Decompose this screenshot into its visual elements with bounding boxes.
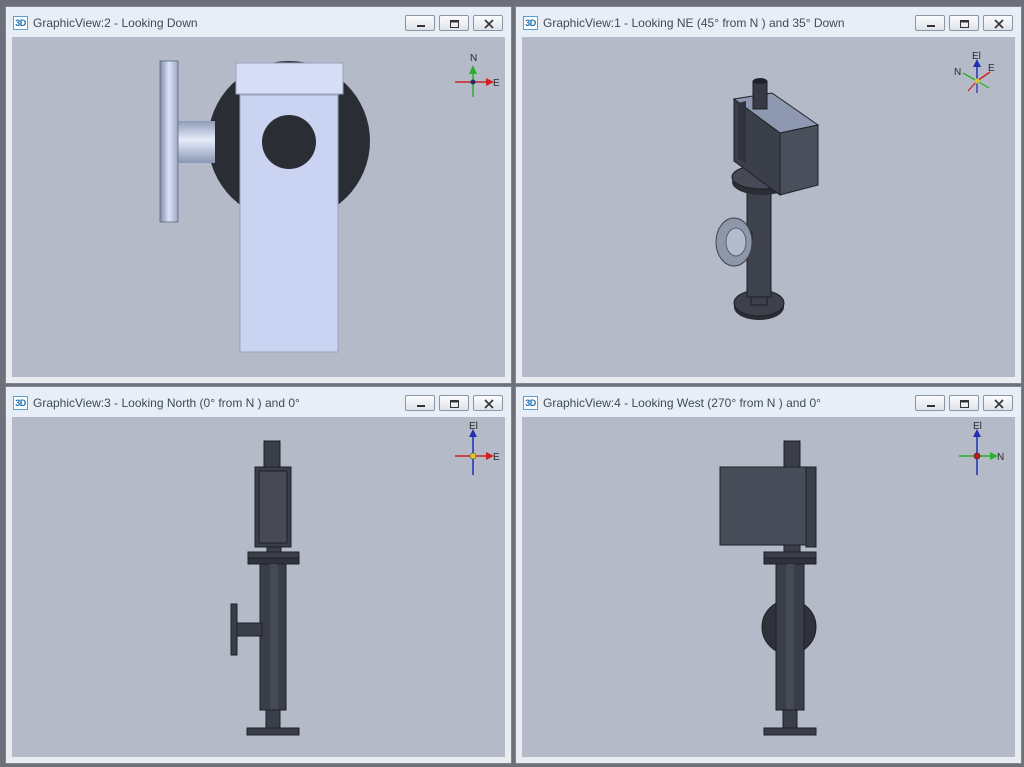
restore-button[interactable] bbox=[439, 395, 469, 411]
restore-button[interactable] bbox=[439, 15, 469, 31]
3d-view-icon: 3D bbox=[13, 16, 28, 30]
restore-icon bbox=[960, 400, 969, 408]
graphic-viewport[interactable]: El N E bbox=[522, 37, 1015, 377]
minimize-icon bbox=[927, 405, 935, 407]
minimize-button[interactable] bbox=[915, 395, 945, 411]
close-button[interactable] bbox=[473, 395, 503, 411]
restore-icon bbox=[960, 20, 969, 28]
minimize-icon bbox=[417, 405, 425, 407]
axis-triad: El N E bbox=[954, 51, 995, 93]
triad-label-left: N bbox=[954, 67, 961, 78]
triad-label-right: E bbox=[493, 78, 500, 89]
graphicview-1-window[interactable]: 3D GraphicView:1 - Looking NE (45° from … bbox=[515, 6, 1022, 384]
axis-triad: El N bbox=[959, 421, 1004, 475]
triad-label-up: El bbox=[469, 421, 478, 432]
minimize-icon bbox=[927, 25, 935, 27]
graphicview-2-window[interactable]: 3D GraphicView:2 - Looking Down N E bbox=[5, 6, 512, 384]
window-title: GraphicView:4 - Looking West (270° from … bbox=[543, 396, 821, 410]
3d-view-icon: 3D bbox=[523, 16, 538, 30]
window-title: GraphicView:2 - Looking Down bbox=[33, 16, 198, 30]
title-bar[interactable]: 3D GraphicView:2 - Looking Down bbox=[6, 7, 511, 37]
model-render-west-view: El N bbox=[719, 421, 1004, 736]
axis-triad: N E bbox=[455, 53, 500, 97]
triad-label-right: E bbox=[988, 63, 995, 74]
triad-label-up: N bbox=[470, 53, 477, 64]
window-title: GraphicView:1 - Looking NE (45° from N )… bbox=[543, 16, 845, 30]
restore-icon bbox=[450, 20, 459, 28]
close-icon bbox=[994, 399, 1004, 409]
window-title: GraphicView:3 - Looking North (0° from N… bbox=[33, 396, 300, 410]
model-render-iso-view: El N E bbox=[715, 51, 995, 320]
triad-label-up: El bbox=[972, 51, 981, 62]
graphic-viewport[interactable]: El N bbox=[522, 417, 1015, 757]
close-icon bbox=[484, 399, 494, 409]
title-bar[interactable]: 3D GraphicView:3 - Looking North (0° fro… bbox=[6, 387, 511, 417]
minimize-button[interactable] bbox=[915, 15, 945, 31]
restore-button[interactable] bbox=[949, 395, 979, 411]
axis-triad: El E bbox=[455, 421, 500, 475]
close-button[interactable] bbox=[983, 15, 1013, 31]
triad-label-right: N bbox=[997, 452, 1004, 463]
triad-label-right: E bbox=[493, 452, 500, 463]
graphic-viewport[interactable]: El E bbox=[12, 417, 505, 757]
close-icon bbox=[484, 19, 494, 29]
graphic-viewport[interactable]: N E bbox=[12, 37, 505, 377]
model-render-north-view: El E bbox=[230, 421, 500, 736]
model-render-top-view: N E bbox=[159, 53, 500, 353]
triad-label-up: El bbox=[973, 421, 982, 432]
restore-button[interactable] bbox=[949, 15, 979, 31]
minimize-button[interactable] bbox=[405, 15, 435, 31]
minimize-button[interactable] bbox=[405, 395, 435, 411]
minimize-icon bbox=[417, 25, 425, 27]
close-button[interactable] bbox=[473, 15, 503, 31]
3d-view-icon: 3D bbox=[523, 396, 538, 410]
close-icon bbox=[994, 19, 1004, 29]
restore-icon bbox=[450, 400, 459, 408]
title-bar[interactable]: 3D GraphicView:4 - Looking West (270° fr… bbox=[516, 387, 1021, 417]
title-bar[interactable]: 3D GraphicView:1 - Looking NE (45° from … bbox=[516, 7, 1021, 37]
graphicview-4-window[interactable]: 3D GraphicView:4 - Looking West (270° fr… bbox=[515, 386, 1022, 764]
close-button[interactable] bbox=[983, 395, 1013, 411]
3d-view-icon: 3D bbox=[13, 396, 28, 410]
graphicview-3-window[interactable]: 3D GraphicView:3 - Looking North (0° fro… bbox=[5, 386, 512, 764]
